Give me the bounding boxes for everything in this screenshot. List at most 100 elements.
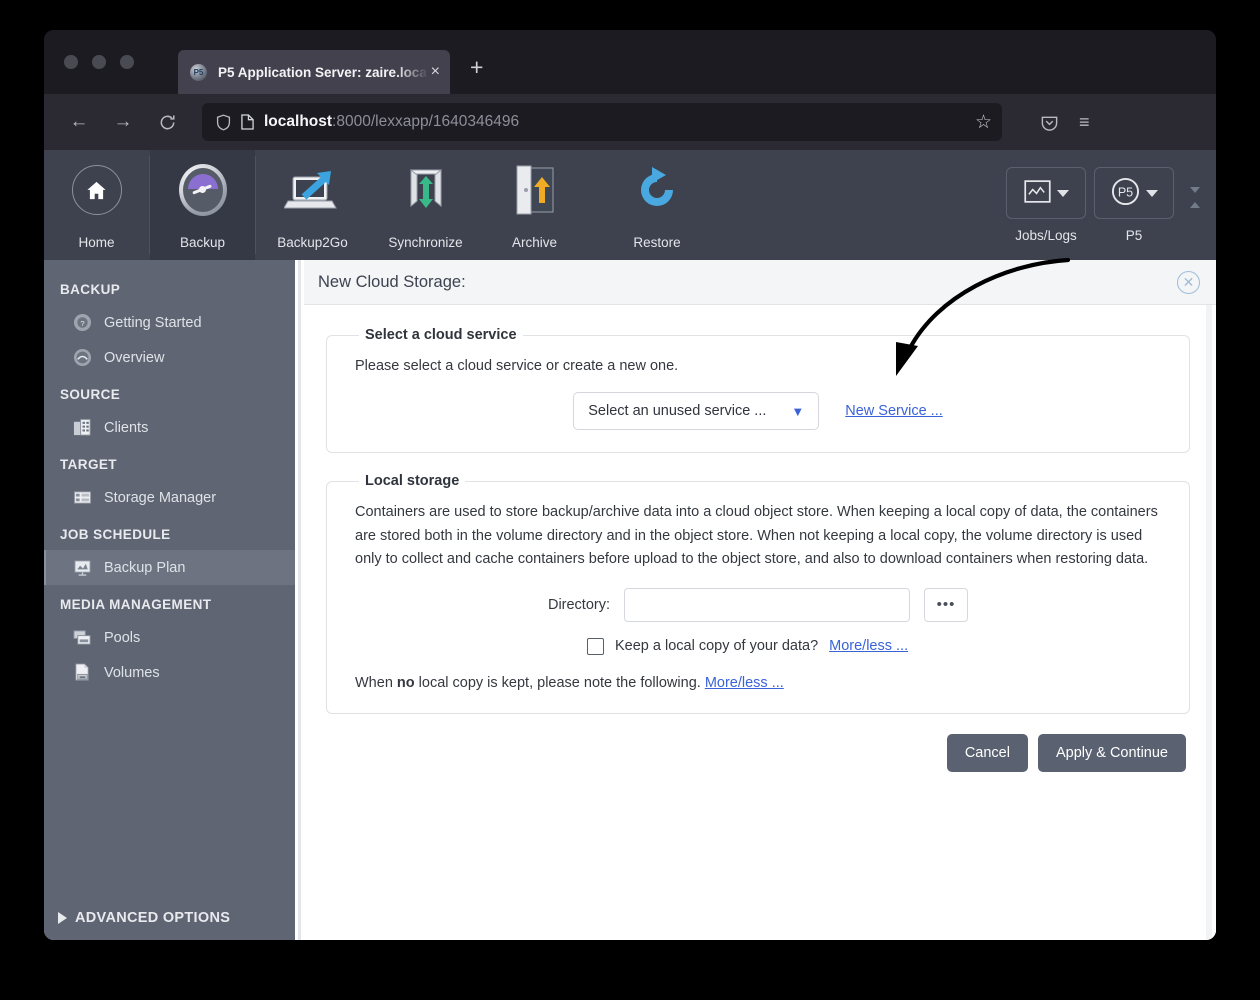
browser-window: P5 P5 Application Server: zaire.loca × +… <box>44 30 1216 940</box>
toolbar-label-restore: Restore <box>633 235 681 250</box>
window-traffic-lights <box>64 55 134 69</box>
local-storage-description: Containers are used to store backup/arch… <box>355 504 1158 568</box>
gauge-icon <box>178 164 227 216</box>
toolbar-item-backup2go[interactable]: Backup2Go <box>256 150 369 260</box>
local-storage-section: Local storage Containers are used to sto… <box>326 473 1190 714</box>
note-more-less-link[interactable]: More/less ... <box>705 675 784 691</box>
sidebar-item-getting-started[interactable]: ? Getting Started <box>44 305 295 340</box>
note-suffix: local copy is kept, please note the foll… <box>414 674 705 691</box>
sidebar-label-pools: Pools <box>104 629 141 646</box>
sidebar-label-clients: Clients <box>104 419 149 436</box>
cloud-service-legend: Select a cloud service <box>365 327 517 343</box>
url-text: localhost:8000/lexxapp/1640346496 <box>264 113 967 131</box>
toolbar-label-home: Home <box>78 235 115 250</box>
sidebar-item-storage-manager[interactable]: Storage Manager <box>44 480 295 515</box>
note-bold: no <box>396 674 415 691</box>
forward-icon[interactable]: → <box>106 105 140 139</box>
browser-tab-title: P5 Application Server: zaire.loca <box>218 64 427 80</box>
apply-continue-button[interactable]: Apply & Continue <box>1037 733 1186 772</box>
url-path: :8000/lexxapp/1640346496 <box>332 113 520 130</box>
new-service-link[interactable]: New Service ... <box>845 403 943 419</box>
maximize-window-button[interactable] <box>120 55 134 69</box>
sidebar-item-overview[interactable]: Overview <box>44 340 295 375</box>
toolbar-label-jobs-logs: Jobs/Logs <box>1015 228 1077 243</box>
sidebar-item-volumes[interactable]: Volumes <box>44 655 295 690</box>
star-icon[interactable]: ☆ <box>967 111 992 134</box>
minimize-window-button[interactable] <box>92 55 106 69</box>
backup-plan-icon <box>72 557 93 578</box>
collapse-handle-icon[interactable] <box>1190 186 1200 208</box>
toolbar-item-p5[interactable]: P5 P5 <box>1094 167 1174 243</box>
sidebar: BACKUP ? Getting Started Overview SOURCE… <box>44 260 295 940</box>
toolbar-label-backup2go: Backup2Go <box>277 235 348 250</box>
toolbar-label-backup: Backup <box>179 235 226 250</box>
new-tab-button[interactable]: + <box>470 54 483 81</box>
archive-door-icon <box>513 164 557 216</box>
panel-header: New Cloud Storage: ✕ <box>304 260 1216 305</box>
sidebar-item-backup-plan[interactable]: Backup Plan <box>44 550 295 585</box>
app-toolbar: Home Backup Backup2Go Synchronize Archiv… <box>44 150 1216 260</box>
clients-building-icon <box>72 417 93 438</box>
toolbar-label-synchronize: Synchronize <box>388 235 463 250</box>
sidebar-advanced-options[interactable]: ADVANCED OPTIONS <box>44 896 295 940</box>
restore-arrow-icon <box>632 164 682 216</box>
toolbar-label-archive: Archive <box>511 235 557 250</box>
pocket-icon[interactable] <box>1040 113 1059 132</box>
sidebar-item-pools[interactable]: Pools <box>44 620 295 655</box>
keep-local-copy-more-less-link[interactable]: More/less ... <box>829 638 908 654</box>
laptop-upload-icon <box>283 164 342 216</box>
svg-text:P5: P5 <box>1117 185 1132 199</box>
directory-row: Directory: ••• <box>355 587 1161 622</box>
cancel-button[interactable]: Cancel <box>946 733 1028 772</box>
content-scrollbar[interactable] <box>1202 305 1216 940</box>
panel-button-row: Cancel Apply & Continue <box>326 733 1186 772</box>
pools-tapes-icon <box>72 627 93 648</box>
toolbar-item-synchronize[interactable]: Synchronize <box>369 150 482 260</box>
sidebar-group-media-management: MEDIA MANAGEMENT <box>60 597 212 612</box>
close-window-button[interactable] <box>64 55 78 69</box>
overview-disc-icon <box>72 347 93 368</box>
page-document-icon <box>241 114 254 130</box>
browse-button[interactable]: ••• <box>924 587 969 622</box>
sidebar-group-job-schedule: JOB SCHEDULE <box>60 527 171 542</box>
close-circle-icon[interactable]: ✕ <box>1177 270 1200 294</box>
hamburger-menu-icon[interactable]: ≡ <box>1079 112 1090 133</box>
p5-favicon-icon: P5 <box>190 63 207 81</box>
toolbar-item-archive[interactable]: Archive <box>482 150 587 260</box>
chevron-down-icon[interactable] <box>1145 189 1158 197</box>
service-select[interactable]: Select an unused service ... ▼ <box>573 392 820 431</box>
cloud-service-description: Please select a cloud service or create … <box>355 358 679 374</box>
note-prefix: When <box>355 674 397 691</box>
chevron-down-icon: ▼ <box>791 403 805 419</box>
sidebar-resize-gutter[interactable] <box>295 260 304 940</box>
toolbar-item-home[interactable]: Home <box>44 150 149 260</box>
directory-input[interactable] <box>624 587 911 622</box>
close-icon[interactable]: × <box>431 64 440 80</box>
service-select-value: Select an unused service ... <box>588 403 767 420</box>
local-storage-legend: Local storage <box>365 473 460 490</box>
sidebar-label-backup-plan: Backup Plan <box>104 559 186 576</box>
back-icon[interactable]: ← <box>62 105 96 139</box>
keep-local-copy-row: Keep a local copy of your data? More/les… <box>587 637 1161 655</box>
browser-tab[interactable]: P5 P5 Application Server: zaire.loca × <box>178 50 450 94</box>
sidebar-label-overview: Overview <box>104 349 165 366</box>
toolbar-item-jobs-logs[interactable]: Jobs/Logs <box>1006 167 1086 243</box>
directory-label: Directory: <box>547 596 611 613</box>
storage-grid-icon <box>72 487 93 508</box>
keep-local-copy-label: Keep a local copy of your data? <box>615 638 819 655</box>
url-host: localhost <box>264 113 333 130</box>
toolbar-right-group: Jobs/Logs P5 P5 <box>998 150 1216 260</box>
toolbar-item-backup[interactable]: Backup <box>150 150 255 260</box>
url-bar[interactable]: localhost:8000/lexxapp/1640346496 ☆ <box>202 103 1002 141</box>
sidebar-item-clients[interactable]: Clients <box>44 410 295 445</box>
volume-tape-icon <box>72 662 93 683</box>
chevron-down-icon[interactable] <box>1056 189 1069 197</box>
keep-local-copy-checkbox[interactable] <box>587 637 604 655</box>
app-body: BACKUP ? Getting Started Overview SOURCE… <box>44 260 1216 940</box>
reload-icon[interactable] <box>150 105 184 139</box>
toolbar-item-restore[interactable]: Restore <box>587 150 727 260</box>
p5-circle-icon: P5 <box>1111 177 1140 209</box>
panel-body: Select a cloud service Please select a c… <box>304 305 1216 940</box>
advanced-options-label: ADVANCED OPTIONS <box>75 910 231 926</box>
shield-icon <box>216 113 231 131</box>
